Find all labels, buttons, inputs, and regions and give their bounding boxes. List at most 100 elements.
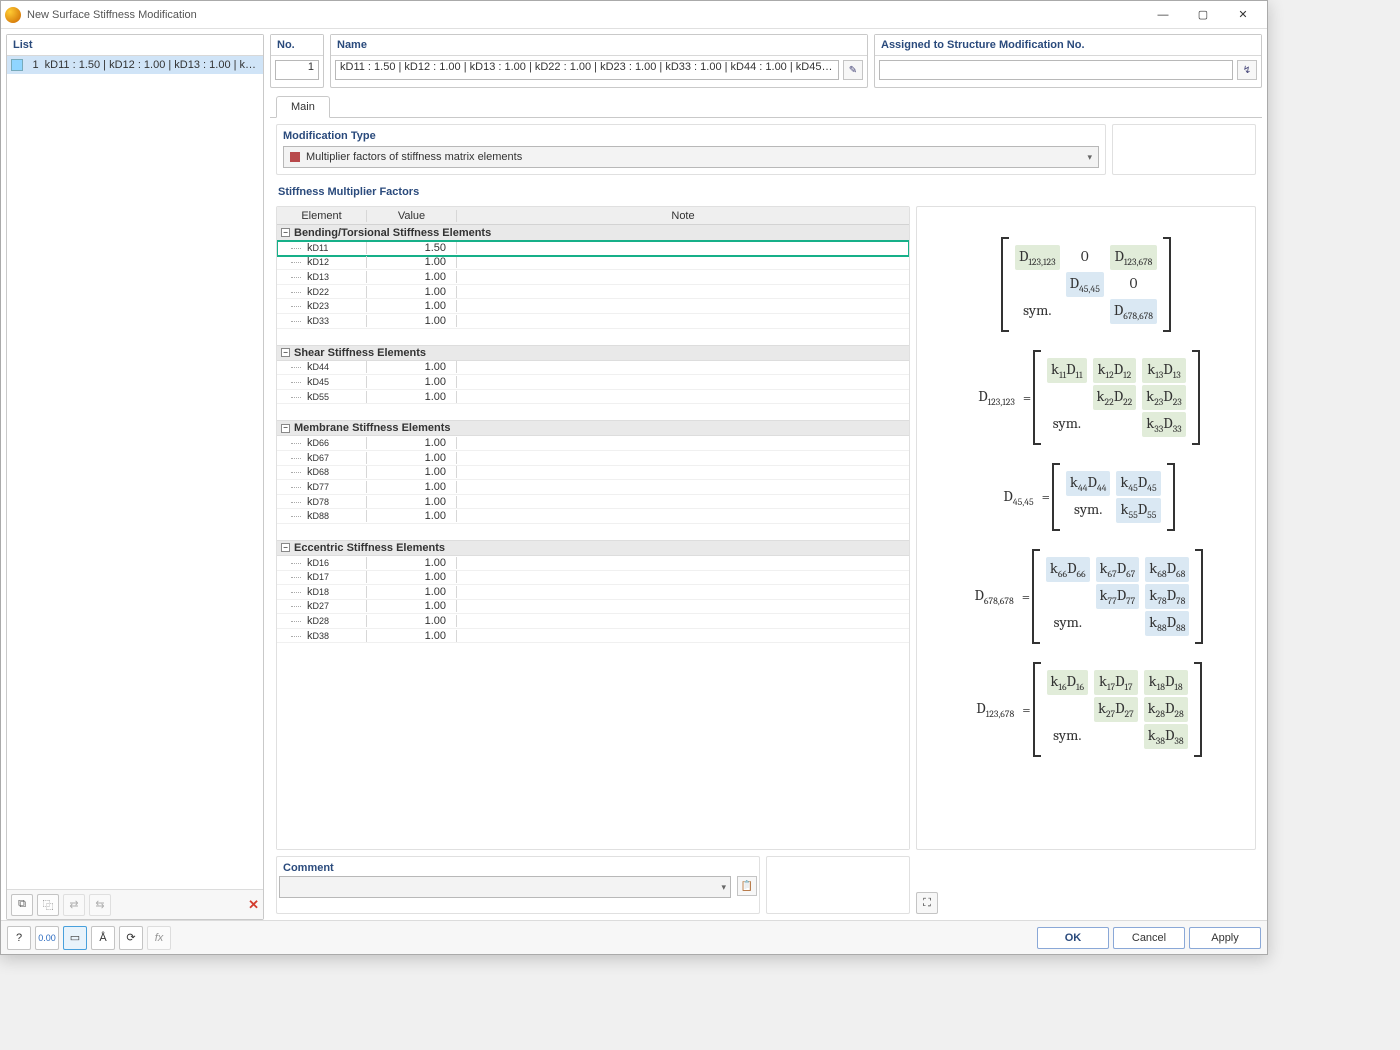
data-row[interactable]: kD771.00: [277, 480, 909, 495]
refresh-button[interactable]: ⟳: [119, 926, 143, 950]
comment-combo[interactable]: ▾: [279, 876, 731, 898]
modification-type-select[interactable]: Multiplier factors of stiffness matrix e…: [283, 146, 1099, 168]
matrix-cell: k38D38: [1144, 724, 1188, 749]
data-row[interactable]: kD681.00: [277, 466, 909, 481]
maximize-button[interactable]: ▢: [1183, 2, 1223, 28]
col-note: Note: [457, 210, 909, 222]
cell-value[interactable]: 1.00: [367, 361, 457, 373]
cell-value[interactable]: 1.00: [367, 376, 457, 388]
data-row[interactable]: kD441.00: [277, 361, 909, 376]
view-button-1[interactable]: ▭: [63, 926, 87, 950]
copy-item-button[interactable]: ⿻: [37, 894, 59, 916]
units-button[interactable]: 0.00: [35, 926, 59, 950]
comment-library-button[interactable]: 📋: [737, 876, 757, 896]
assigned-input[interactable]: [879, 60, 1233, 80]
fx-button: fx: [147, 926, 171, 950]
data-row[interactable]: kD281.00: [277, 614, 909, 629]
cell-value[interactable]: 1.00: [367, 557, 457, 569]
cell-value[interactable]: 1.00: [367, 271, 457, 283]
matrix-cell: k45D45: [1116, 471, 1160, 496]
cell-value[interactable]: 1.00: [367, 630, 457, 642]
cell-value[interactable]: 1.00: [367, 600, 457, 612]
assigned-pick-button[interactable]: ↯: [1237, 60, 1257, 80]
cell-value[interactable]: 1.00: [367, 586, 457, 598]
new-item-button[interactable]: ⧉: [11, 894, 33, 916]
collapse-icon[interactable]: −: [281, 424, 290, 433]
comment-label: Comment: [277, 857, 759, 876]
data-row[interactable]: kD331.00: [277, 314, 909, 329]
group-row[interactable]: −Bending/Torsional Stiffness Elements: [277, 225, 909, 241]
group-label: Membrane Stiffness Elements: [294, 422, 451, 434]
data-row[interactable]: kD231.00: [277, 299, 909, 314]
data-row[interactable]: kD221.00: [277, 285, 909, 300]
cell-value[interactable]: 1.00: [367, 256, 457, 268]
list-item[interactable]: 1kD11 : 1.50 | kD12 : 1.00 | kD13 : 1.00…: [7, 56, 263, 74]
name-input[interactable]: kD11 : 1.50 | kD12 : 1.00 | kD13 : 1.00 …: [335, 60, 839, 80]
matrix-cell: k27D27: [1094, 697, 1138, 722]
cell-value[interactable]: 1.00: [367, 571, 457, 583]
data-row[interactable]: kD161.00: [277, 556, 909, 571]
data-row[interactable]: kD381.00: [277, 629, 909, 644]
collapse-icon[interactable]: −: [281, 348, 290, 357]
group-row[interactable]: −Membrane Stiffness Elements: [277, 420, 909, 436]
data-row[interactable]: kD121.00: [277, 256, 909, 271]
collapse-icon[interactable]: −: [281, 543, 290, 552]
assigned-label: Assigned to Structure Modification No.: [875, 35, 1261, 56]
data-row[interactable]: kD781.00: [277, 495, 909, 510]
cell-element: kD67: [277, 452, 367, 464]
cell-value[interactable]: 1.00: [367, 510, 457, 522]
title-bar: New Surface Stiffness Modification — ▢ ✕: [1, 1, 1267, 29]
matrix-cell: 0: [1110, 272, 1157, 297]
group-row[interactable]: −Eccentric Stiffness Elements: [277, 540, 909, 556]
cell-value[interactable]: 1.00: [367, 315, 457, 327]
data-row[interactable]: kD131.00: [277, 270, 909, 285]
data-row[interactable]: kD111.50: [277, 241, 909, 256]
cell-element: kD45: [277, 376, 367, 388]
chevron-down-icon: ▾: [1087, 152, 1092, 163]
delete-item-button[interactable]: ✕: [248, 897, 259, 913]
cell-value[interactable]: 1.00: [367, 481, 457, 493]
cancel-button[interactable]: Cancel: [1113, 927, 1185, 949]
list-item-text: kD11 : 1.50 | kD12 : 1.00 | kD13 : 1.00 …: [45, 59, 259, 71]
matrix-cell: k77D77: [1096, 584, 1140, 609]
cell-value[interactable]: 1.00: [367, 437, 457, 449]
empty-block-2: [766, 856, 910, 914]
cell-value[interactable]: 1.00: [367, 286, 457, 298]
cell-value[interactable]: 1.00: [367, 496, 457, 508]
apply-button[interactable]: Apply: [1189, 927, 1261, 949]
matrix-display: D123,1230D123,678D45,450sym.D678,678D123…: [916, 206, 1256, 850]
edit-name-button[interactable]: ✎: [843, 60, 863, 80]
collapse-icon[interactable]: −: [281, 228, 290, 237]
data-row[interactable]: kD181.00: [277, 585, 909, 600]
data-row[interactable]: kD551.00: [277, 390, 909, 405]
cell-value[interactable]: 1.00: [367, 391, 457, 403]
cell-value[interactable]: 1.50: [367, 242, 457, 254]
popout-button[interactable]: ⛶: [916, 892, 938, 914]
list-toolbar: ⧉ ⿻ ⇄ ⇆ ✕: [7, 889, 263, 919]
data-row[interactable]: kD271.00: [277, 600, 909, 615]
tab-main[interactable]: Main: [276, 96, 330, 118]
cell-element: kD27: [277, 600, 367, 612]
matrix-cell: k88D88: [1145, 611, 1189, 636]
ok-button[interactable]: OK: [1037, 927, 1109, 949]
cell-value[interactable]: 1.00: [367, 300, 457, 312]
data-row[interactable]: kD881.00: [277, 509, 909, 524]
data-row[interactable]: kD171.00: [277, 571, 909, 586]
list-body[interactable]: 1kD11 : 1.50 | kD12 : 1.00 | kD13 : 1.00…: [7, 56, 263, 889]
group-row[interactable]: −Shear Stiffness Elements: [277, 345, 909, 361]
matrix-label: D678,678: [975, 586, 1014, 607]
minimize-button[interactable]: —: [1143, 2, 1183, 28]
view-button-2[interactable]: Å: [91, 926, 115, 950]
close-button[interactable]: ✕: [1223, 2, 1263, 28]
matrix-cell: D45,45: [1066, 272, 1104, 297]
no-input[interactable]: 1: [275, 60, 319, 80]
cell-value[interactable]: 1.00: [367, 466, 457, 478]
help-button[interactable]: ?: [7, 926, 31, 950]
data-row[interactable]: kD451.00: [277, 375, 909, 390]
cell-value[interactable]: 1.00: [367, 615, 457, 627]
matrix-cell: k16D16: [1047, 670, 1089, 695]
data-row[interactable]: kD661.00: [277, 436, 909, 451]
cell-value[interactable]: 1.00: [367, 452, 457, 464]
data-row[interactable]: kD671.00: [277, 451, 909, 466]
matrix-cell: k11D11: [1047, 358, 1086, 383]
